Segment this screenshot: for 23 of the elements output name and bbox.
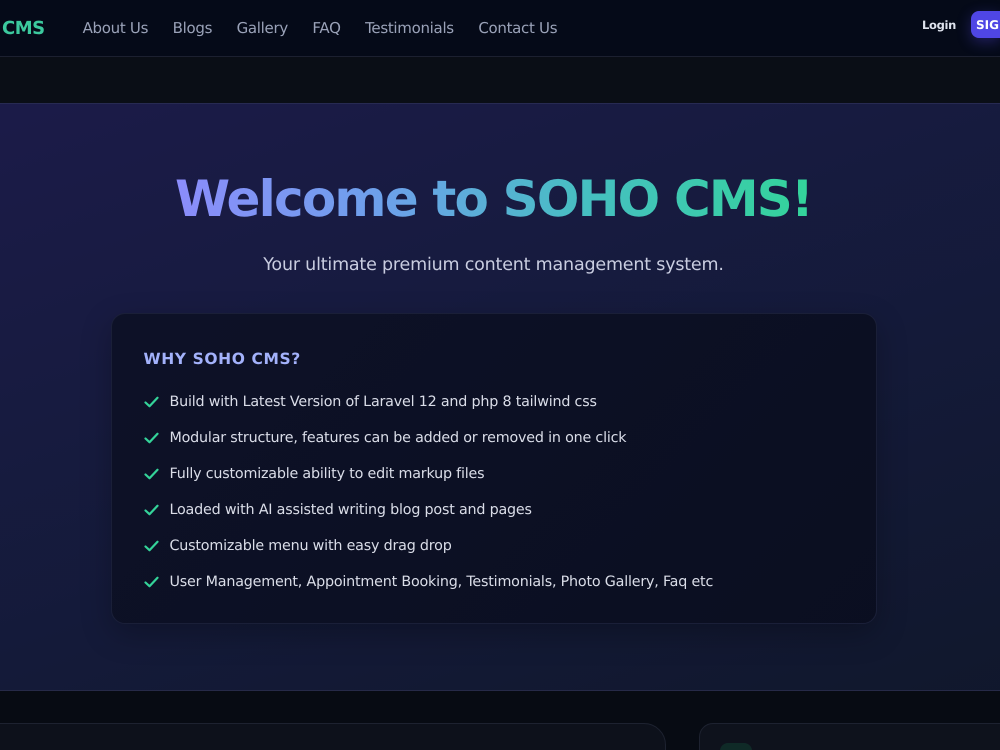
feature-text: Customizable menu with easy drag drop xyxy=(170,538,452,554)
logo-text[interactable]: CMS xyxy=(2,18,45,38)
feature-text: Modular structure, features can be added or removed in one click xyxy=(170,430,626,446)
feature-text: Build with Latest Version of Laravel 12 and php 8 tailwind css xyxy=(170,394,597,410)
nav-link[interactable]: Contact Us xyxy=(478,19,558,37)
features-heading: WHY SOHO CMS? xyxy=(144,350,302,368)
nav-link[interactable]: Gallery xyxy=(236,19,288,37)
hero-subtitle: Your ultimate premium content management system. xyxy=(263,255,724,275)
check-icon xyxy=(144,576,158,588)
nav-link[interactable]: About Us xyxy=(82,19,148,37)
check-icon xyxy=(144,504,158,516)
feature-text: Fully customizable ability to edit markup files xyxy=(170,466,484,482)
nav-link[interactable]: Testimonials xyxy=(365,19,454,37)
check-icon xyxy=(144,396,158,408)
check-icon xyxy=(144,468,158,480)
feature-text: User Management, Appointment Booking, Testimonials, Photo Gallery, Faq etc xyxy=(170,574,714,590)
nav-link[interactable]: FAQ xyxy=(312,19,341,37)
feature-text: Loaded with AI assisted writing blog post and pages xyxy=(170,502,532,518)
check-icon xyxy=(144,540,158,552)
check-icon xyxy=(144,432,158,444)
login-link[interactable]: Login xyxy=(922,18,956,32)
signup-button[interactable]: SIG xyxy=(971,11,1000,38)
nav-link[interactable]: Blogs xyxy=(172,19,212,37)
